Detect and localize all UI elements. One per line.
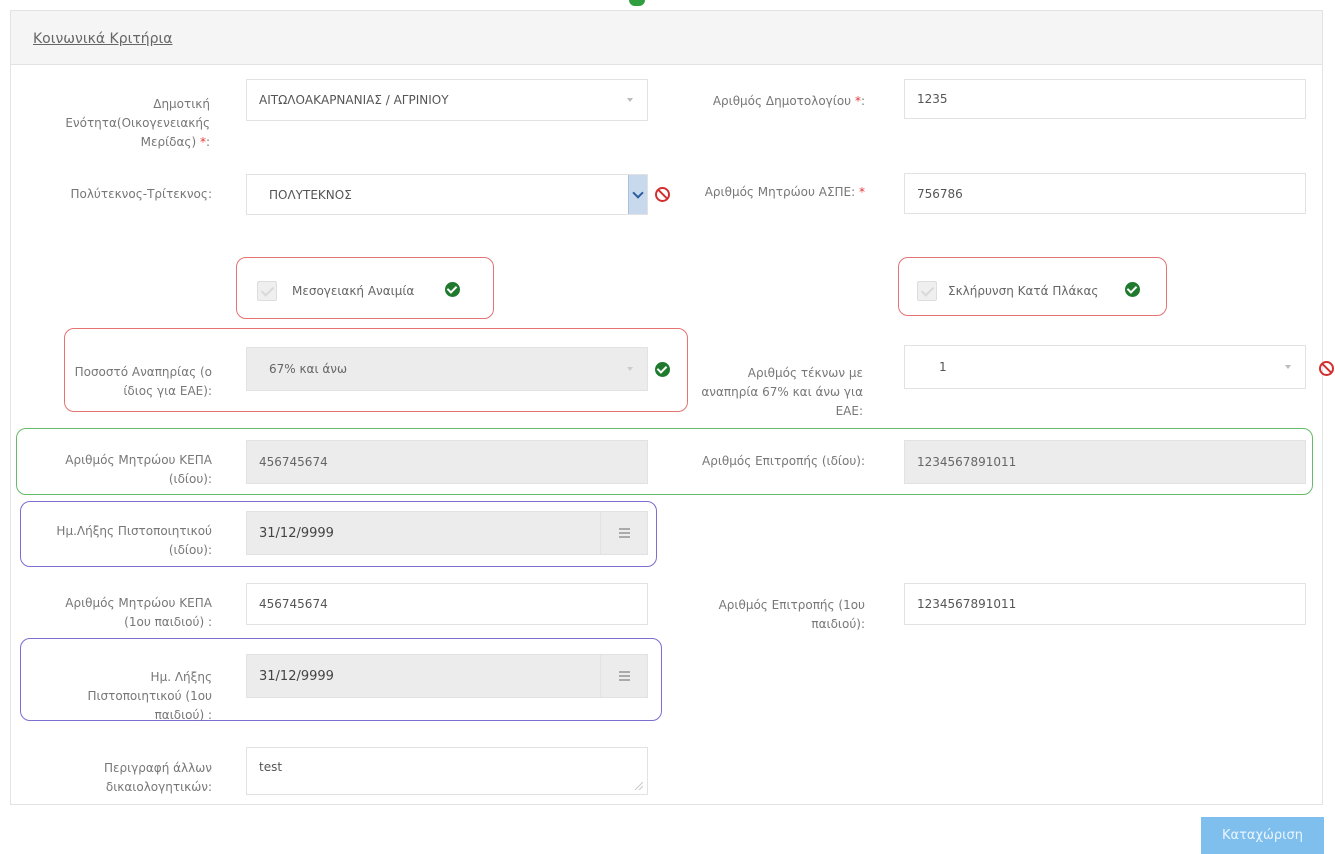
calendar-icon <box>618 528 630 538</box>
kepa-self-input[interactable]: 456745674 <box>246 440 648 484</box>
registry-no-input[interactable]: 1235 <box>904 79 1306 119</box>
committee-self-label-text: Αριθμός Επιτροπής (ιδίου): <box>702 454 865 468</box>
calendar-icon <box>618 671 630 681</box>
multi-child-label-text: Πολύτεκνος-Τρίτεκνος: <box>70 187 212 201</box>
committee-child-label-text: Αριθμός Επιτροπής (1ου παιδιού): <box>718 598 865 631</box>
other-docs-textarea[interactable]: test <box>246 747 648 795</box>
valid-check-icon <box>1125 282 1140 297</box>
top-status-badge <box>629 0 645 6</box>
cert-expiry-self-value: 31/12/9999 <box>259 525 334 541</box>
kepa-child-label: Αριθμός Μητρώου ΚΕΠΑ (1ου παιδιού) : <box>40 594 212 632</box>
anemia-checkbox[interactable] <box>257 281 277 301</box>
cert-expiry-child-label: Ημ. Λήξης Πιστοποιητικού (1ου παιδιού) : <box>60 668 212 725</box>
invalid-ban-icon <box>1319 361 1334 376</box>
municipality-label-text: Δημοτική Ενότητα(Οικογενειακής Μερίδας) <box>65 97 210 149</box>
multi-child-label: Πολύτεκνος-Τρίτεκνος: <box>40 185 212 204</box>
municipality-select[interactable]: ΑΙΤΩΛΟΑΚΑΡΝΑΝΙΑΣ / ΑΓΡΙΝΙΟΥ <box>246 79 648 121</box>
children-disabled-select[interactable]: 1 <box>904 345 1306 389</box>
valid-check-icon <box>655 362 670 377</box>
kepa-child-label-text: Αριθμός Μητρώου ΚΕΠΑ (1ου παιδιού) : <box>65 596 212 629</box>
panel-title[interactable]: Κοινωνικά Κριτήρια <box>33 31 172 47</box>
save-button[interactable]: Καταχώριση <box>1201 817 1324 854</box>
other-docs-value: test <box>259 760 283 774</box>
committee-self-value: 1234567891011 <box>917 455 1017 469</box>
kepa-child-value: 456745674 <box>259 597 328 611</box>
anemia-label: Μεσογειακή Αναιμία <box>292 284 415 298</box>
disability-pct-label: Ποσοστό Αναπηρίας (ο ίδιος για ΕΑΕ): <box>70 363 212 401</box>
kepa-self-label: Αριθμός Μητρώου ΚΕΠΑ (ιδίου): <box>40 451 212 489</box>
valid-check-icon <box>445 282 460 297</box>
disability-pct-select[interactable]: 67% και άνω <box>246 347 648 391</box>
invalid-ban-icon <box>655 187 670 202</box>
chevron-down-icon <box>632 187 644 199</box>
dropdown-chevron-icon[interactable] <box>628 175 647 214</box>
disability-pct-value: 67% και άνω <box>269 362 348 376</box>
aspe-label-text: Αριθμός Μητρώου ΑΣΠΕ: <box>704 185 856 199</box>
cert-expiry-self-label: Ημ.Λήξης Πιστοποιητικού (ιδίου): <box>24 522 212 560</box>
cert-expiry-child-label-text: Ημ. Λήξης Πιστοποιητικού (1ου παιδιού) : <box>87 670 212 722</box>
kepa-self-value: 456745674 <box>259 455 328 469</box>
registry-no-label-text: Αριθμός Δημοτολογίου <box>712 94 852 108</box>
resize-grip-icon[interactable] <box>635 782 643 790</box>
committee-self-input[interactable]: 1234567891011 <box>904 440 1306 484</box>
colon: : <box>860 94 865 108</box>
disability-pct-label-text: Ποσοστό Αναπηρίας (ο ίδιος για ΕΑΕ): <box>74 365 212 398</box>
multi-child-value: ΠΟΛΥΤΕΚΝΟΣ <box>269 187 352 202</box>
committee-child-input[interactable]: 1234567891011 <box>904 583 1306 625</box>
required-mark: * <box>859 185 865 199</box>
cert-expiry-child-value: 31/12/9999 <box>259 668 334 684</box>
registry-no-label: Αριθμός Δημοτολογίου *: <box>670 92 865 111</box>
other-docs-label-text: Περιγραφή άλλων δικαιολογητικών: <box>103 761 212 794</box>
aspe-value: 756786 <box>917 186 963 201</box>
other-docs-label: Περιγραφή άλλων δικαιολογητικών: <box>70 759 212 797</box>
municipality-value: ΑΙΤΩΛΟΑΚΑΡΝΑΝΙΑΣ / ΑΓΡΙΝΙΟΥ <box>259 93 449 107</box>
calendar-button[interactable] <box>600 655 647 697</box>
committee-child-value: 1234567891011 <box>917 597 1017 611</box>
cert-expiry-self-input[interactable]: 31/12/9999 <box>246 511 648 555</box>
cert-expiry-self-label-text: Ημ.Λήξης Πιστοποιητικού (ιδίου): <box>56 524 212 557</box>
calendar-button[interactable] <box>600 512 647 554</box>
registry-no-value: 1235 <box>917 92 948 106</box>
sclerosis-label: Σκλήρυνση Κατά Πλάκας <box>948 284 1099 298</box>
kepa-child-input[interactable]: 456745674 <box>246 583 648 625</box>
sclerosis-checkbox[interactable] <box>917 281 937 301</box>
children-disabled-value: 1 <box>939 360 947 374</box>
municipality-label: Δημοτική Ενότητα(Οικογενειακής Μερίδας) … <box>40 95 210 152</box>
multi-child-select[interactable]: ΠΟΛΥΤΕΚΝΟΣ <box>246 174 648 215</box>
panel-header: Κοινωνικά Κριτήρια <box>11 11 1322 65</box>
aspe-label: Αριθμός Μητρώου ΑΣΠΕ: * <box>690 183 865 202</box>
committee-self-label: Αριθμός Επιτροπής (ιδίου): <box>690 452 865 471</box>
colon: : <box>205 135 210 149</box>
cert-expiry-child-input[interactable]: 31/12/9999 <box>246 654 648 698</box>
children-disabled-label-text: Αριθμός τέκνων με αναπηρία 67% και άνω γ… <box>701 366 863 418</box>
children-disabled-label: Αριθμός τέκνων με αναπηρία 67% και άνω γ… <box>695 364 863 421</box>
committee-child-label: Αριθμός Επιτροπής (1ου παιδιού): <box>690 596 865 634</box>
aspe-input[interactable]: 756786 <box>904 173 1306 214</box>
kepa-self-label-text: Αριθμός Μητρώου ΚΕΠΑ (ιδίου): <box>65 453 212 486</box>
